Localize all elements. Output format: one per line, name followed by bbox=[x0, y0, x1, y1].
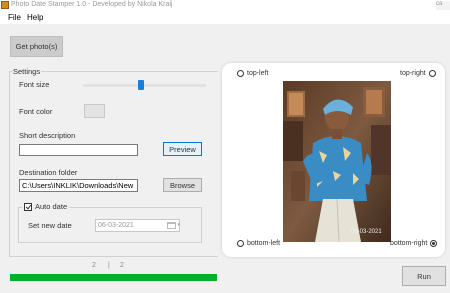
date-stamp-text: 06-03-2021 bbox=[351, 229, 382, 235]
top-left-label: top-left bbox=[247, 70, 269, 77]
destination-folder-label: Destination folder bbox=[19, 168, 78, 177]
radio-bottom-left[interactable] bbox=[237, 240, 244, 247]
position-top-left[interactable]: top-left bbox=[237, 70, 268, 77]
total-count: 2 bbox=[120, 262, 124, 269]
menu-bar: File Help bbox=[0, 11, 450, 24]
set-new-date-label: Set new date bbox=[28, 221, 72, 230]
auto-date-label: Auto date bbox=[35, 202, 68, 211]
auto-date-toggle[interactable]: Auto date bbox=[22, 202, 70, 211]
short-description-label: Short description bbox=[19, 131, 76, 140]
radio-top-right[interactable] bbox=[428, 70, 436, 77]
title-bar: Photo Date Stamper 1.0 - Developed by Ni… bbox=[0, 0, 450, 11]
font-size-slider-thumb[interactable] bbox=[137, 80, 144, 90]
chevron-down-icon[interactable]: ▾ bbox=[177, 222, 180, 228]
window-controls[interactable]: ca bbox=[436, 1, 450, 10]
menu-help[interactable]: Help bbox=[27, 13, 43, 22]
radio-top-left[interactable] bbox=[237, 70, 244, 77]
font-size-slider-track[interactable] bbox=[83, 84, 206, 87]
destination-folder-input[interactable]: C:\Users\INKLIK\Downloads\New bbox=[19, 179, 138, 192]
position-top-right[interactable]: top-right bbox=[400, 70, 436, 77]
font-size-label: Font size bbox=[19, 80, 50, 89]
processed-count: 2 bbox=[92, 262, 96, 269]
progress-bar bbox=[10, 274, 217, 281]
font-color-label: Font color bbox=[19, 107, 53, 116]
app-icon bbox=[1, 1, 9, 9]
auto-date-checkbox[interactable] bbox=[24, 202, 32, 211]
get-photos-button[interactable]: Get photo(s) bbox=[10, 36, 63, 57]
menu-file[interactable]: File bbox=[8, 13, 21, 22]
date-picker[interactable]: 06-03-2021 ▾ bbox=[95, 219, 180, 232]
font-color-swatch[interactable] bbox=[84, 104, 105, 118]
run-button[interactable]: Run bbox=[402, 266, 446, 286]
settings-legend: Settings bbox=[12, 67, 42, 76]
photo-illustration bbox=[283, 81, 391, 242]
bottom-right-label: bottom-right bbox=[390, 240, 428, 247]
browse-button[interactable]: Browse bbox=[163, 178, 202, 192]
counter-separator: | bbox=[108, 262, 110, 269]
radio-bottom-right[interactable] bbox=[430, 240, 438, 247]
window-title: Photo Date Stamper 1.0 - Developed by Ni… bbox=[11, 1, 173, 8]
bottom-left-label: bottom-left bbox=[247, 240, 281, 247]
position-bottom-right[interactable]: bottom-right bbox=[390, 240, 438, 247]
progress-fill bbox=[10, 274, 217, 281]
short-description-input[interactable] bbox=[19, 144, 138, 156]
position-bottom-left[interactable]: bottom-left bbox=[237, 240, 280, 247]
preview-button[interactable]: Preview bbox=[163, 142, 202, 156]
top-right-label: top-right bbox=[400, 70, 426, 77]
photo-preview bbox=[283, 81, 391, 242]
date-value: 06-03-2021 bbox=[98, 222, 134, 229]
calendar-icon[interactable] bbox=[167, 222, 176, 229]
